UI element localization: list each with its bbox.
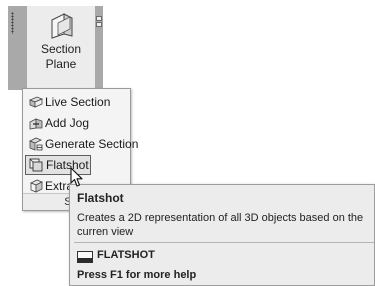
menu-item-label: Add Jog bbox=[45, 116, 90, 130]
section-plane-label-line2: Plane bbox=[45, 57, 77, 71]
menu-item-add-jog[interactable]: Add Jog bbox=[25, 113, 128, 133]
section-plane-label-line1: Section bbox=[40, 42, 82, 56]
menu-item-label: Live Section bbox=[45, 95, 111, 109]
menu-item-live-section[interactable]: Live Section bbox=[25, 92, 128, 112]
menu-item-label: Generate Section bbox=[45, 137, 139, 151]
command-line-icon bbox=[77, 251, 93, 263]
tooltip-command-name: FLATSHOT bbox=[97, 249, 155, 261]
tooltip-description: Creates a 2D representation of all 3D ob… bbox=[77, 212, 364, 238]
section-plane-icon bbox=[51, 13, 73, 39]
flatshot-icon bbox=[29, 158, 43, 172]
panel-options-icon[interactable] bbox=[96, 16, 102, 28]
ribbon-section-panel: Section Plane bbox=[8, 6, 103, 90]
mouse-cursor-icon bbox=[70, 167, 83, 187]
extract-icon bbox=[30, 179, 43, 193]
flatshot-tooltip: Flatshot Creates a 2D representation of … bbox=[69, 184, 375, 286]
generate-section-icon bbox=[29, 137, 43, 151]
panel-grip-icon[interactable] bbox=[11, 12, 14, 34]
section-plane-button[interactable]: Section Plane bbox=[27, 6, 95, 90]
menu-item-generate-section[interactable]: Generate Section bbox=[25, 134, 138, 154]
live-section-icon bbox=[29, 96, 43, 108]
tooltip-divider bbox=[74, 242, 374, 243]
tooltip-help-text: Press F1 for more help bbox=[77, 269, 197, 281]
add-jog-icon bbox=[29, 118, 43, 130]
tooltip-title: Flatshot bbox=[77, 191, 124, 205]
